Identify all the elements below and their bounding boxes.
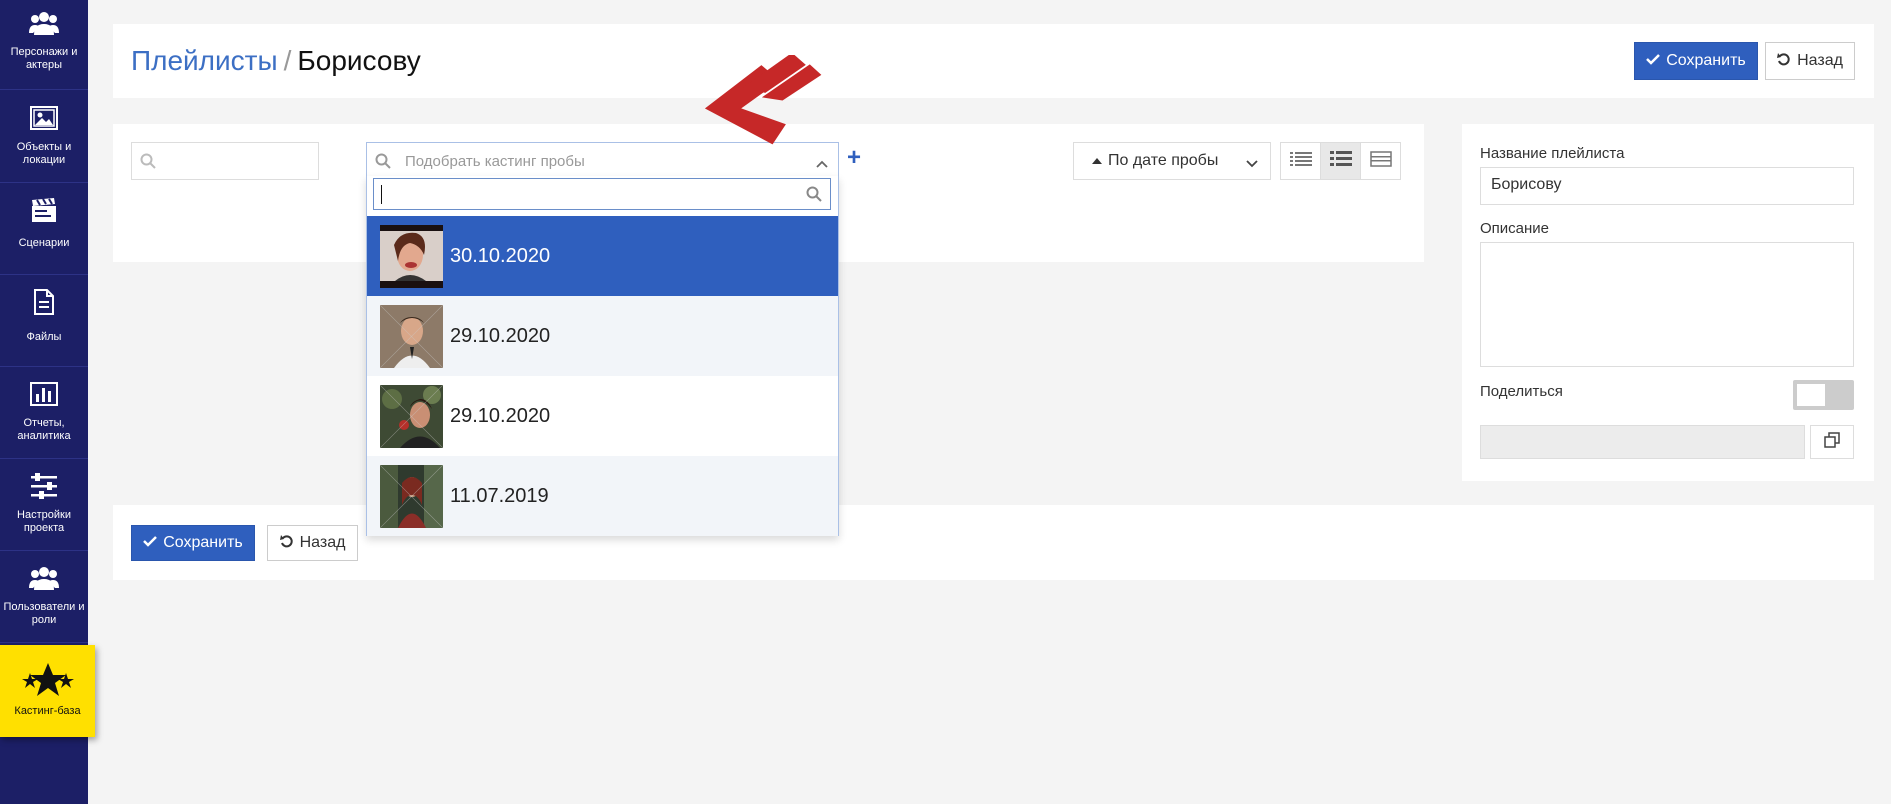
- sidebar-item-files[interactable]: Файлы: [0, 275, 88, 367]
- image-icon: [29, 103, 59, 133]
- undo-icon: [1777, 52, 1791, 71]
- dropdown-option[interactable]: 30.10.2020: [367, 216, 838, 296]
- sort-select-label: По дате пробы: [1108, 152, 1219, 169]
- share-label: Поделиться: [1480, 383, 1563, 400]
- sidebar-item-project-settings[interactable]: Настройки проекта: [0, 459, 88, 551]
- sidebar-item-objects[interactable]: Объекты и локации: [0, 91, 88, 183]
- casting-thumbnail: [380, 304, 443, 368]
- sidebar: Персонажи и актеры Объекты и локации Сце…: [0, 0, 95, 804]
- casting-select-placeholder: Подобрать кастинг пробы: [405, 153, 585, 170]
- annotation-arrow-icon: [704, 52, 825, 155]
- search-icon: [140, 153, 156, 174]
- save-button-label: Сохранить: [1666, 52, 1746, 69]
- clapperboard-icon: [29, 195, 59, 225]
- casting-thumbnail: [380, 384, 443, 448]
- dropdown-option-label: 29.10.2020: [450, 404, 551, 427]
- sort-up-icon: [1092, 152, 1102, 170]
- dropdown-option[interactable]: 29.10.2020: [367, 376, 838, 456]
- list-ul-icon: [1329, 150, 1352, 172]
- sidebar-item-reports[interactable]: Отчеты, аналитика: [0, 367, 88, 459]
- table-icon: [1369, 150, 1392, 172]
- back-button-label: Назад: [1797, 52, 1843, 69]
- dropdown-option-label: 30.10.2020: [450, 244, 551, 267]
- dropdown-option-label: 29.10.2020: [450, 324, 551, 347]
- footer-back-button[interactable]: Назад: [267, 525, 358, 561]
- share-link-field[interactable]: [1480, 425, 1805, 459]
- check-icon: [143, 534, 158, 552]
- bar-chart-icon: [29, 379, 59, 409]
- view-toggle: [1280, 142, 1401, 180]
- copy-link-button[interactable]: [1810, 425, 1854, 459]
- sidebar-item-label: Кастинг-база: [14, 705, 81, 717]
- sidebar-item-label: Настройки проекта: [17, 509, 71, 534]
- search-icon: [806, 186, 822, 207]
- description-label: Описание: [1480, 220, 1550, 237]
- save-button[interactable]: Сохранить: [1634, 42, 1758, 80]
- playlist-name-input[interactable]: Борисову: [1480, 167, 1854, 205]
- dropdown-search-input[interactable]: [373, 178, 831, 210]
- playlist-name-label: Название плейлиста: [1480, 145, 1625, 162]
- back-button-label: Назад: [299, 534, 346, 551]
- chevron-down-icon: [1246, 155, 1258, 173]
- breadcrumb: Плейлисты / Борисову: [131, 44, 421, 78]
- stars-icon: [20, 663, 76, 697]
- sidebar-item-label: Файлы: [26, 331, 62, 343]
- search-icon: [375, 153, 391, 173]
- page-title: Борисову: [297, 45, 421, 76]
- view-list-button[interactable]: [1280, 142, 1321, 180]
- undo-icon: [279, 534, 294, 553]
- add-casting-button[interactable]: +: [847, 146, 861, 170]
- sidebar-item-label: Пользователи и роли: [3, 601, 85, 626]
- view-table-button[interactable]: [1360, 142, 1401, 180]
- dropdown-option[interactable]: 11.07.2019: [367, 456, 838, 536]
- sidebar-item-characters[interactable]: Персонажи и актеры: [0, 0, 88, 90]
- description-textarea[interactable]: [1480, 242, 1854, 367]
- dropdown-option-label: 11.07.2019: [450, 484, 549, 507]
- dropdown-option[interactable]: 29.10.2020: [367, 296, 838, 376]
- casting-dropdown: 30.10.2020 29.10.2020 29.10.2020 11.07.2…: [366, 176, 839, 536]
- back-button[interactable]: Назад: [1765, 42, 1855, 80]
- check-icon: [1646, 52, 1661, 70]
- users-icon: [29, 8, 59, 38]
- sidebar-item-label: Сценарии: [18, 237, 70, 249]
- breadcrumb-separator: /: [283, 45, 292, 76]
- sidebar-item-scenarios[interactable]: Сценарии: [0, 183, 88, 275]
- users-icon: [29, 563, 59, 593]
- copy-icon: [1824, 431, 1840, 453]
- chevron-up-icon: [816, 155, 828, 172]
- text-caret: [381, 185, 382, 204]
- footer-save-button[interactable]: Сохранить: [131, 525, 255, 561]
- sliders-icon: [29, 471, 59, 501]
- view-compact-list-button[interactable]: [1320, 142, 1361, 180]
- sort-select[interactable]: По дате пробы: [1073, 142, 1271, 180]
- list-icon: [1289, 151, 1312, 172]
- file-icon: [29, 287, 59, 317]
- search-input[interactable]: [131, 142, 319, 180]
- toggle-knob: [1797, 384, 1825, 406]
- save-button-label: Сохранить: [163, 534, 243, 551]
- casting-thumbnail: [380, 464, 443, 528]
- sidebar-item-label: Отчеты, аналитика: [17, 417, 71, 442]
- breadcrumb-playlists-link[interactable]: Плейлисты: [131, 45, 278, 76]
- share-toggle[interactable]: [1793, 380, 1854, 410]
- sidebar-item-users-roles[interactable]: Пользователи и роли: [0, 551, 88, 643]
- sidebar-item-label: Персонажи и актеры: [10, 46, 78, 71]
- sidebar-item-casting-base[interactable]: Кастинг-база: [0, 645, 95, 737]
- sidebar-item-label: Объекты и локации: [16, 141, 72, 166]
- casting-thumbnail: [380, 224, 443, 288]
